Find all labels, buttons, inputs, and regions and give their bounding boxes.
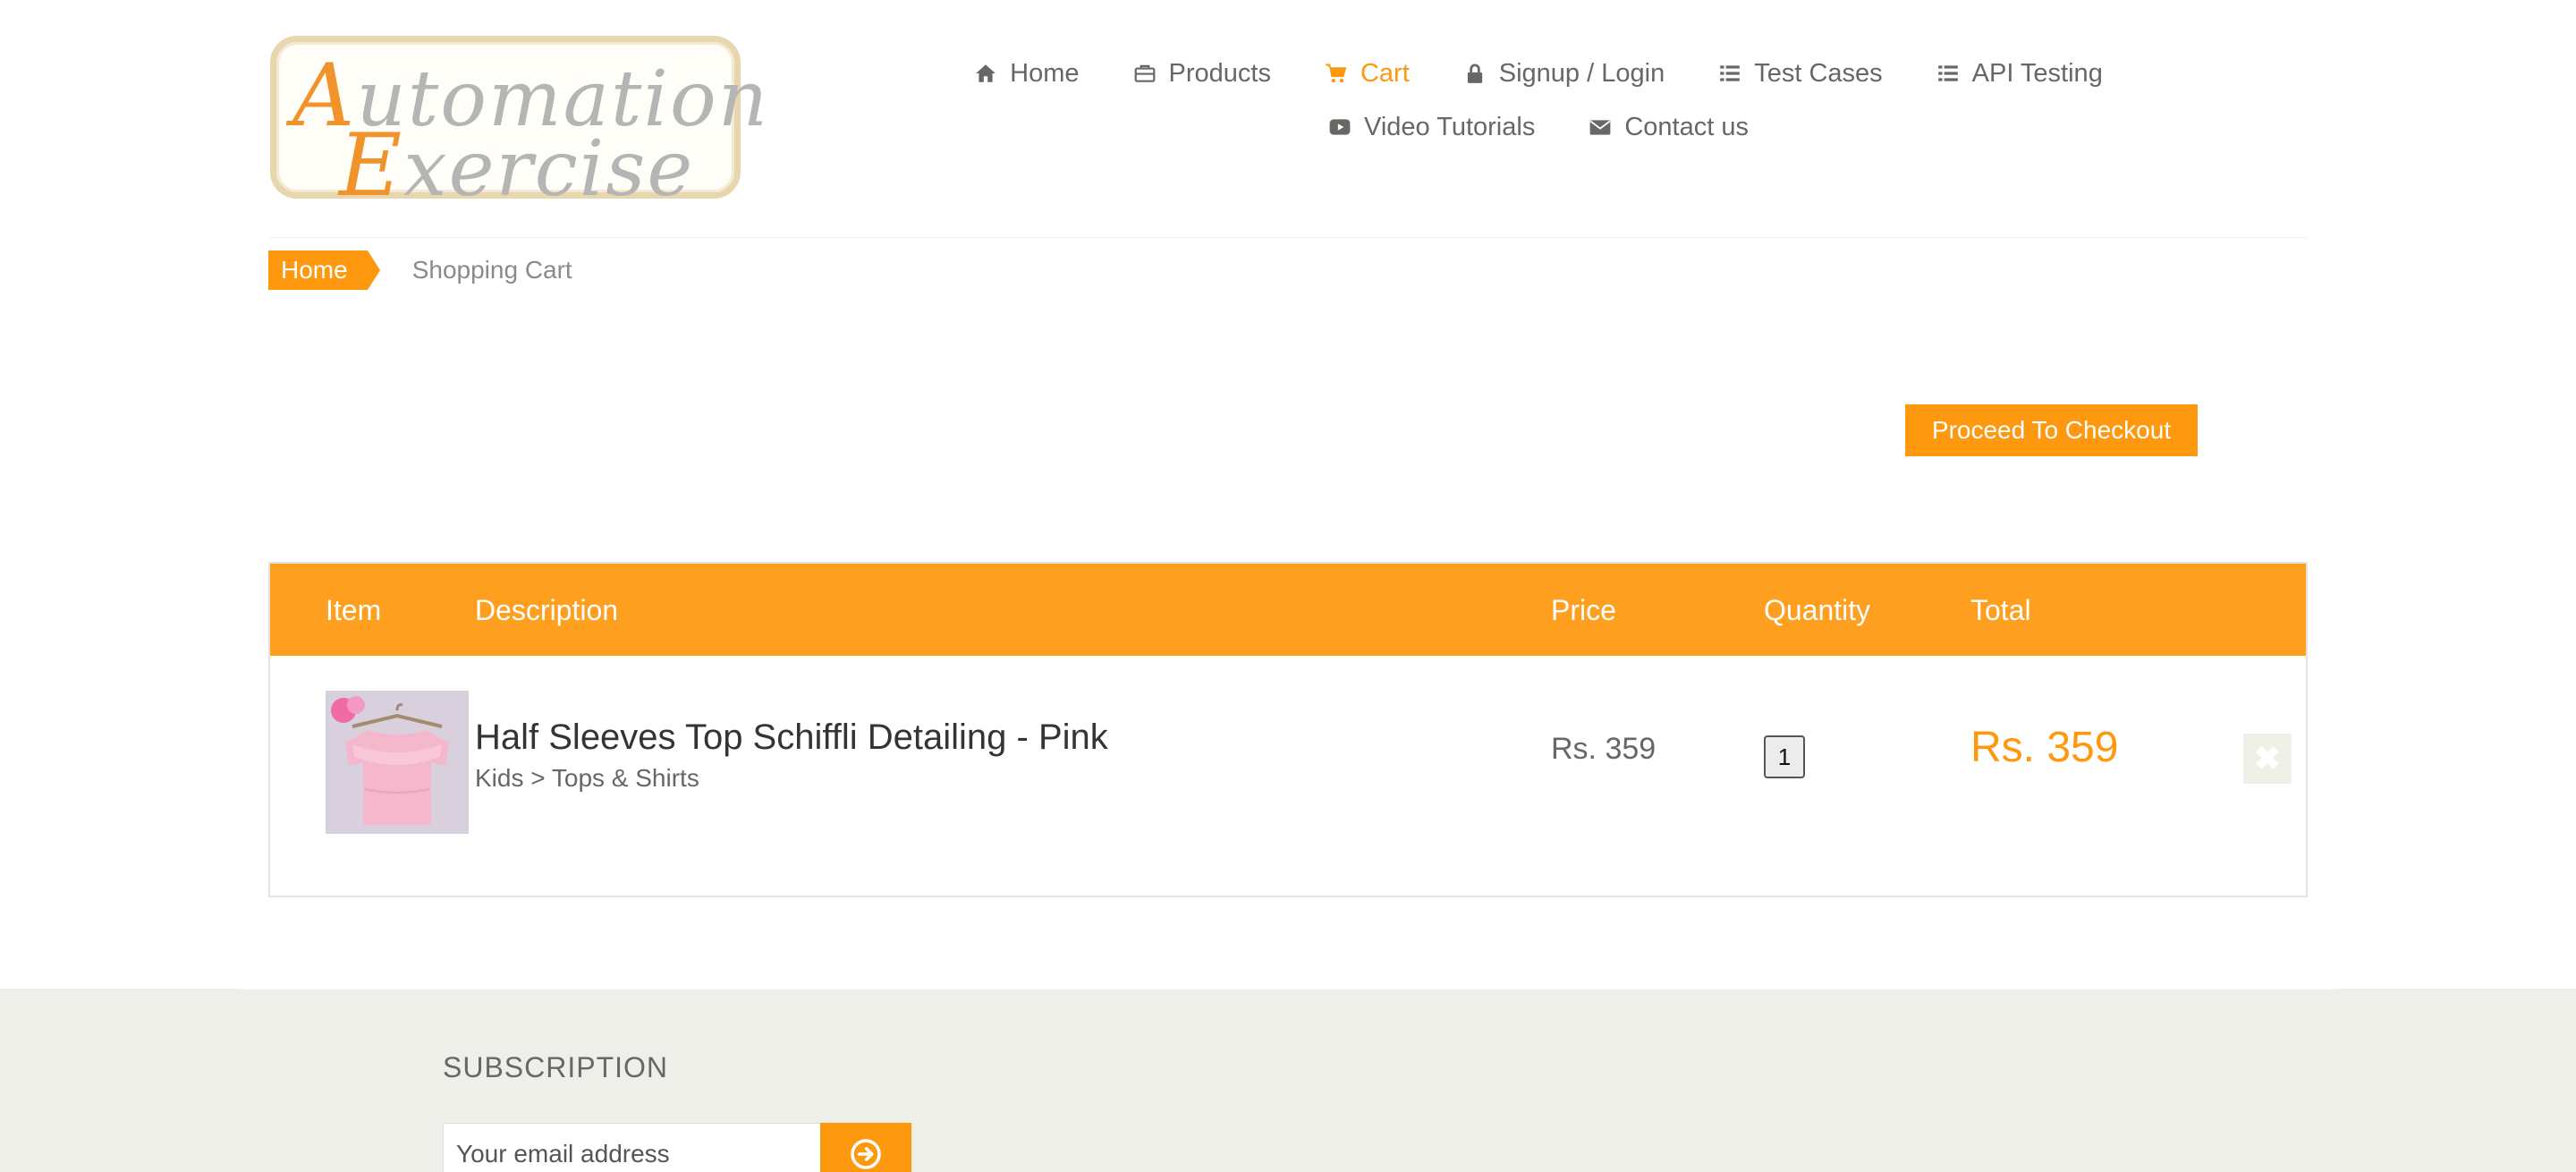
- nav-products[interactable]: Products: [1133, 59, 1271, 89]
- product-price: Rs. 359: [1551, 732, 1657, 766]
- subscription-title: SUBSCRIPTION: [443, 1051, 669, 1083]
- column-header-description: Description: [475, 594, 619, 626]
- home-icon: [974, 62, 997, 85]
- subscription-email-input[interactable]: [443, 1123, 822, 1172]
- proceed-to-checkout-button[interactable]: Proceed To Checkout: [1905, 404, 2198, 456]
- nav-test-cases[interactable]: Test Cases: [1718, 59, 1883, 89]
- subscribe-button[interactable]: [820, 1123, 911, 1172]
- nav-row-2: Video Tutorials Contact us: [894, 100, 2182, 154]
- product-name[interactable]: Half Sleeves Top Schiffli Detailing - Pi…: [475, 718, 1108, 758]
- nav-api-testing[interactable]: API Testing: [1936, 59, 2103, 89]
- list-icon: [1936, 62, 1960, 85]
- cart-icon: [1325, 62, 1348, 85]
- cart-table-header: Item Description Price Quantity Total: [270, 564, 2306, 656]
- list-icon: [1718, 62, 1741, 85]
- lock-icon: [1463, 62, 1487, 85]
- arrow-circle-right-icon: [851, 1139, 881, 1169]
- main-nav: Home Products Cart Signup / Login Test C…: [894, 47, 2182, 154]
- nav-cart[interactable]: Cart: [1325, 59, 1410, 89]
- column-header-price: Price: [1551, 594, 1616, 626]
- nav-video-tutorials[interactable]: Video Tutorials: [1328, 113, 1535, 142]
- briefcase-icon: [1133, 62, 1157, 85]
- product-image[interactable]: [326, 691, 469, 834]
- cart-table: Item Description Price Quantity Total Ha…: [268, 562, 2308, 897]
- nav-contact-us[interactable]: Contact us: [1589, 113, 1749, 142]
- site-logo[interactable]: Automation Exercise: [270, 36, 767, 216]
- breadcrumb-current: Shopping Cart: [411, 256, 572, 284]
- column-header-quantity: Quantity: [1764, 594, 1871, 626]
- column-header-total: Total: [1970, 594, 2031, 626]
- nav-home[interactable]: Home: [974, 59, 1080, 89]
- close-icon: ✖: [2253, 740, 2282, 777]
- column-header-item: Item: [326, 594, 382, 626]
- footer: SUBSCRIPTION: [0, 989, 2576, 1172]
- breadcrumb: Home Shopping Cart: [268, 251, 572, 290]
- header-divider: [270, 237, 2308, 238]
- remove-item-button[interactable]: ✖: [2243, 734, 2292, 784]
- product-total: Rs. 359: [1970, 724, 2119, 771]
- product-image-picture: [326, 691, 469, 834]
- nav-row-1: Home Products Cart Signup / Login Test C…: [894, 47, 2182, 100]
- youtube-play-icon: [1328, 115, 1352, 139]
- envelope-icon: [1589, 115, 1612, 139]
- product-category: Kids > Tops & Shirts: [475, 764, 699, 792]
- breadcrumb-home[interactable]: Home: [268, 251, 380, 290]
- product-quantity: 1: [1764, 735, 1805, 778]
- site-header: Automation Exercise Home Products Cart S…: [0, 0, 2576, 238]
- footer-top-border: [242, 989, 2334, 990]
- nav-signup-login[interactable]: Signup / Login: [1463, 59, 1665, 89]
